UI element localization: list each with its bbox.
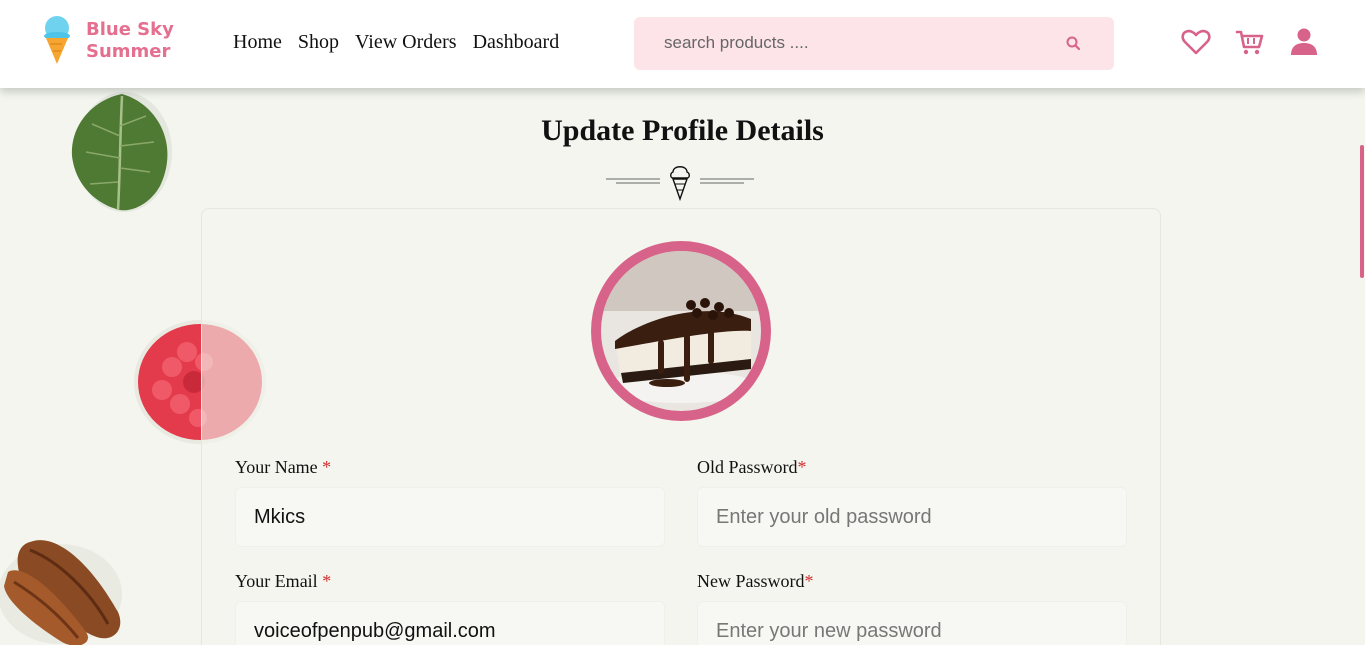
cart-button[interactable] <box>1234 26 1266 58</box>
name-label-text: Your Name <box>235 457 323 477</box>
brand-line-2: Summer <box>86 41 171 62</box>
page-scrollbar[interactable] <box>1360 145 1364 278</box>
brand-logo[interactable]: Blue Sky Summer <box>44 16 174 66</box>
main-nav: Home Shop View Orders Dashboard <box>233 31 559 54</box>
new-password-field[interactable] <box>697 601 1127 645</box>
search-icon <box>1066 36 1081 51</box>
brand-line-1: Blue Sky <box>86 19 174 40</box>
nav-home[interactable]: Home <box>233 31 282 54</box>
old-password-required-mark: * <box>797 457 807 477</box>
search-input[interactable] <box>664 30 1054 56</box>
page-title: Update Profile Details <box>541 114 824 147</box>
email-field[interactable] <box>235 601 665 645</box>
new-password-label: New Password* <box>697 571 814 592</box>
profile-photo-cheesecake <box>601 251 761 411</box>
wishlist-button[interactable] <box>1180 26 1212 58</box>
nav-dashboard[interactable]: Dashboard <box>473 31 560 54</box>
account-button[interactable] <box>1288 26 1320 58</box>
cart-icon <box>1235 30 1264 55</box>
nav-view-orders[interactable]: View Orders <box>355 31 457 54</box>
email-label: Your Email * <box>235 571 331 592</box>
basil-leaf-decoration <box>71 92 172 212</box>
name-field[interactable] <box>235 487 665 547</box>
heart-icon <box>1181 29 1211 55</box>
old-password-label: Old Password* <box>697 457 807 478</box>
user-icon <box>1291 28 1317 55</box>
header-actions <box>1180 26 1320 58</box>
profile-avatar[interactable] <box>591 241 771 421</box>
nav-shop[interactable]: Shop <box>298 31 339 54</box>
new-password-label-text: New Password <box>697 571 805 591</box>
ice-cream-logo-icon <box>44 16 70 64</box>
email-label-text: Your Email <box>235 571 323 591</box>
ice-cream-divider-icon <box>606 166 754 202</box>
new-password-required-mark: * <box>804 571 814 591</box>
email-required-mark: * <box>322 571 332 591</box>
search-bar <box>634 17 1114 70</box>
site-header: Blue Sky Summer Home Shop View Orders Da… <box>0 0 1365 88</box>
old-password-label-text: Old Password <box>697 457 798 477</box>
search-button[interactable] <box>1062 32 1086 56</box>
pecan-decoration <box>0 540 122 645</box>
old-password-field[interactable] <box>697 487 1127 547</box>
name-required-mark: * <box>322 457 332 477</box>
name-label: Your Name * <box>235 457 331 478</box>
